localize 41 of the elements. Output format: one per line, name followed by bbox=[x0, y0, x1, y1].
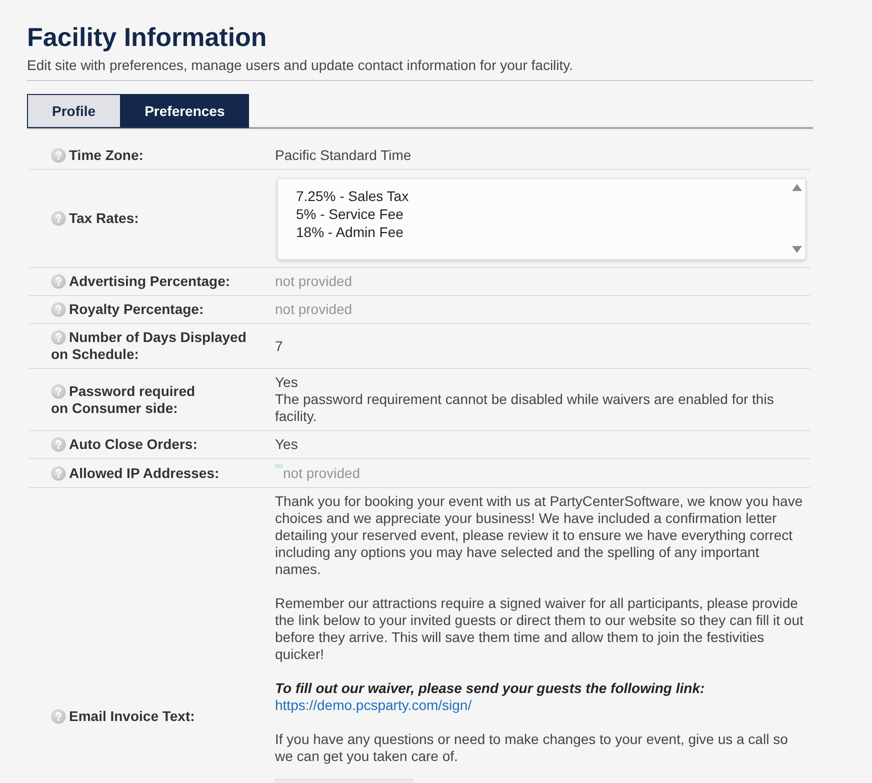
help-icon[interactable] bbox=[51, 302, 66, 317]
tab[interactable]: Preferences bbox=[120, 94, 249, 128]
help-icon[interactable] bbox=[51, 384, 66, 398]
setting-label: Auto Close Orders: bbox=[69, 436, 198, 452]
help-icon[interactable] bbox=[51, 148, 66, 163]
setting-value: 7 bbox=[275, 338, 283, 354]
setting-label: Allowed IP Addresses: bbox=[69, 464, 220, 480]
scroll-up-icon[interactable] bbox=[792, 184, 802, 191]
tag-marker-icon bbox=[275, 464, 283, 468]
setting-value: not provided bbox=[275, 273, 352, 289]
help-icon[interactable] bbox=[51, 466, 66, 480]
page-subtitle: Edit site with preferences, manage users and update contact information for your facility. bbox=[27, 56, 574, 74]
setting-label: on Schedule: bbox=[51, 346, 139, 362]
setting-value: not provided bbox=[283, 465, 360, 481]
message-paragraph: Remember our attractions require a signed waiver for all participants, please provide the link below to your invited guests or direct them to our website so they can fill it out before they arrive. This will save them time and allow them to join the festivities quicker! bbox=[275, 595, 804, 663]
help-icon[interactable] bbox=[51, 274, 66, 289]
setting-value: not provided bbox=[275, 301, 352, 317]
message-emphasis-text: To fill out our waiver, please send your guests the following link: bbox=[275, 680, 705, 696]
setting-label: Time Zone: bbox=[69, 147, 144, 163]
setting-label: Royalty Percentage: bbox=[69, 301, 204, 317]
help-icon[interactable] bbox=[51, 708, 66, 724]
setting-label: Advertising Percentage: bbox=[69, 273, 230, 289]
message-paragraph: Thank you for booking your event with us at PartyCenterSoftware, we know you have choices and we appreciate your business! We have included a confirmation letter detailing your reserved event, please review it to ensure we have everything correct including any options you may have selected and the spelling of any important names. bbox=[275, 493, 804, 578]
setting-label: Number of Days Displayed bbox=[69, 329, 246, 345]
setting-label: Tax Rates: bbox=[69, 210, 139, 226]
help-icon[interactable] bbox=[51, 437, 66, 452]
setting-value: Yes bbox=[275, 374, 298, 390]
setting-value: Pacific Standard Time bbox=[275, 147, 412, 163]
scroll-down-icon[interactable] bbox=[792, 246, 802, 253]
message-paragraph: If you have any questions or need to make changes to your event, give us a call so we can get you taken care of. bbox=[275, 731, 789, 765]
setting-value: Yes bbox=[275, 436, 298, 452]
tax-rates-field[interactable]: 7.25% - Sales Tax 5% - Service Fee 18% - Admin Fee bbox=[277, 178, 806, 260]
tab[interactable]: Profile bbox=[27, 94, 121, 128]
setting-label: Email Invoice Text: bbox=[69, 708, 195, 724]
setting-note: The password requirement cannot be disabled while waivers are enabled for this facility. bbox=[275, 391, 774, 424]
page-title: Facility Information bbox=[27, 21, 268, 54]
waiver-link[interactable]: https://demo.pcsparty.com/sign/ bbox=[275, 697, 472, 713]
setting-label: on Consumer side: bbox=[51, 400, 178, 416]
help-icon[interactable] bbox=[51, 211, 66, 226]
setting-label: Password required bbox=[69, 382, 196, 398]
help-icon[interactable] bbox=[51, 330, 66, 345]
